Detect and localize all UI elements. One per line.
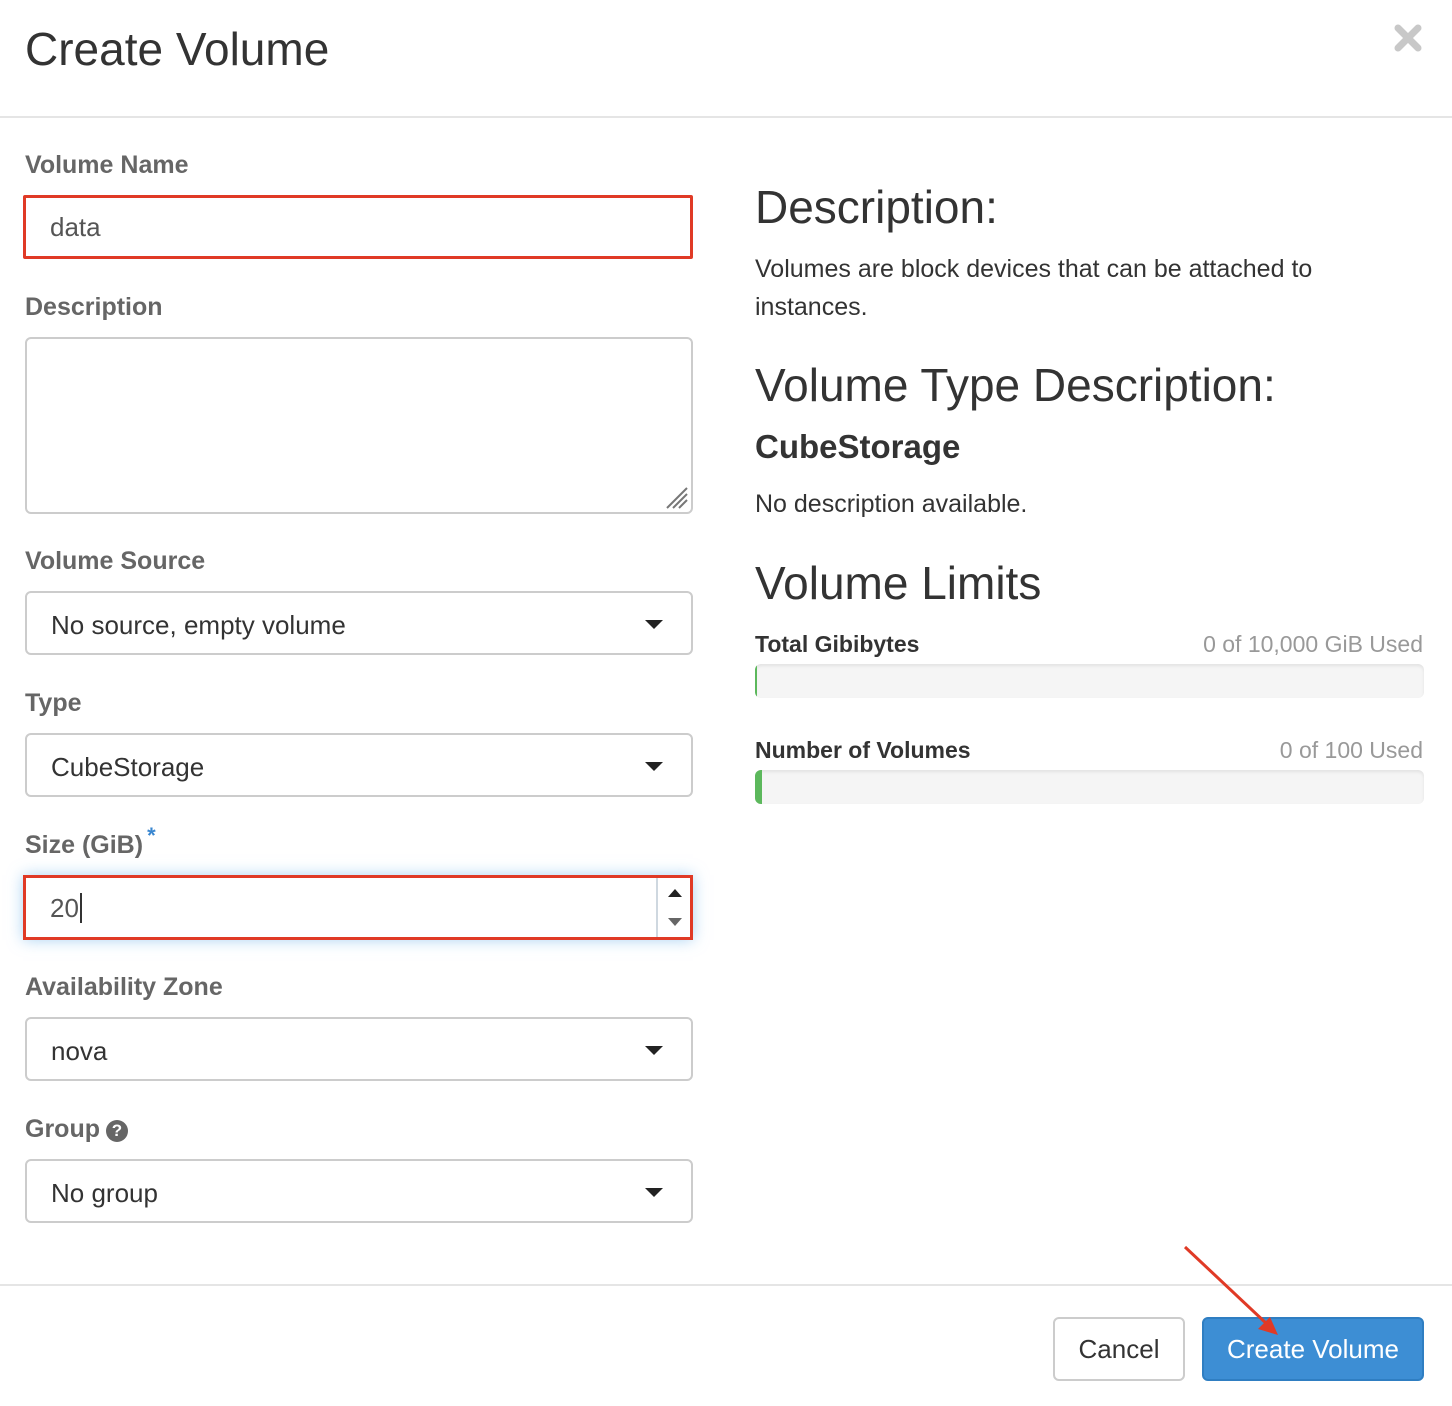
type-value: CubeStorage — [51, 752, 205, 782]
group-label-text: Group — [25, 1115, 100, 1143]
description-textarea[interactable] — [25, 337, 693, 514]
limit-label: Total Gibibytes — [755, 631, 920, 657]
decrement-icon[interactable] — [658, 908, 690, 937]
progress-bar — [755, 664, 1424, 698]
group-label: Group? — [25, 1115, 128, 1144]
required-marker: * — [147, 823, 156, 848]
progress-fill — [755, 664, 757, 698]
volume-source-select[interactable]: No source, empty volume — [25, 591, 693, 655]
group-value: No group — [51, 1178, 158, 1208]
chevron-down-icon — [645, 762, 663, 771]
volume-source-value: No source, empty volume — [51, 610, 346, 640]
volume-type-text: No description available. — [755, 490, 1028, 518]
chevron-down-icon — [645, 620, 663, 629]
progress-bar — [755, 770, 1424, 804]
description-heading: Description: — [755, 181, 998, 233]
volume-source-label: Volume Source — [25, 547, 206, 575]
increment-icon[interactable] — [658, 878, 690, 907]
volume-name-label: Volume Name — [25, 151, 189, 179]
resize-grip-icon[interactable] — [661, 482, 689, 510]
close-icon[interactable] — [1388, 18, 1428, 58]
chevron-down-icon — [645, 1046, 663, 1055]
size-label: Size (GiB) * — [25, 823, 156, 860]
size-label-text: Size (GiB) — [25, 831, 144, 859]
question-circle-icon[interactable]: ? — [106, 1120, 128, 1142]
description-text: Volumes are block devices that can be at… — [755, 255, 1313, 321]
type-label: Type — [25, 689, 82, 717]
size-spinner — [656, 878, 690, 937]
create-volume-dialog: Create Volume Volume Name Description Vo… — [0, 0, 1452, 1406]
availability-zone-label: Availability Zone — [25, 973, 223, 1001]
volume-limits-heading: Volume Limits — [755, 557, 1042, 609]
dialog-header: Create Volume — [0, 0, 1452, 118]
availability-zone-select[interactable]: nova — [25, 1017, 693, 1081]
progress-fill — [755, 770, 762, 804]
chevron-down-icon — [645, 1188, 663, 1197]
limit-used-text: 0 of 100 Used — [1279, 737, 1423, 763]
limit-used-text: 0 of 10,000 GiB Used — [1203, 631, 1423, 657]
volume-type-name: CubeStorage — [755, 428, 961, 465]
limit-label: Number of Volumes — [755, 737, 971, 763]
availability-zone-value: nova — [51, 1036, 108, 1066]
create-volume-button[interactable]: Create Volume — [1202, 1317, 1424, 1381]
type-select[interactable]: CubeStorage — [25, 733, 693, 797]
size-value: 20 — [50, 893, 82, 925]
cancel-button[interactable]: Cancel — [1053, 1317, 1185, 1381]
volume-name-input[interactable] — [23, 195, 693, 259]
description-label: Description — [25, 293, 163, 321]
group-select[interactable]: No group — [25, 1159, 693, 1223]
dialog-title: Create Volume — [25, 23, 330, 75]
size-input[interactable]: 20 — [23, 875, 693, 940]
volume-type-heading: Volume Type Description: — [755, 359, 1276, 411]
text-cursor — [79, 893, 82, 924]
